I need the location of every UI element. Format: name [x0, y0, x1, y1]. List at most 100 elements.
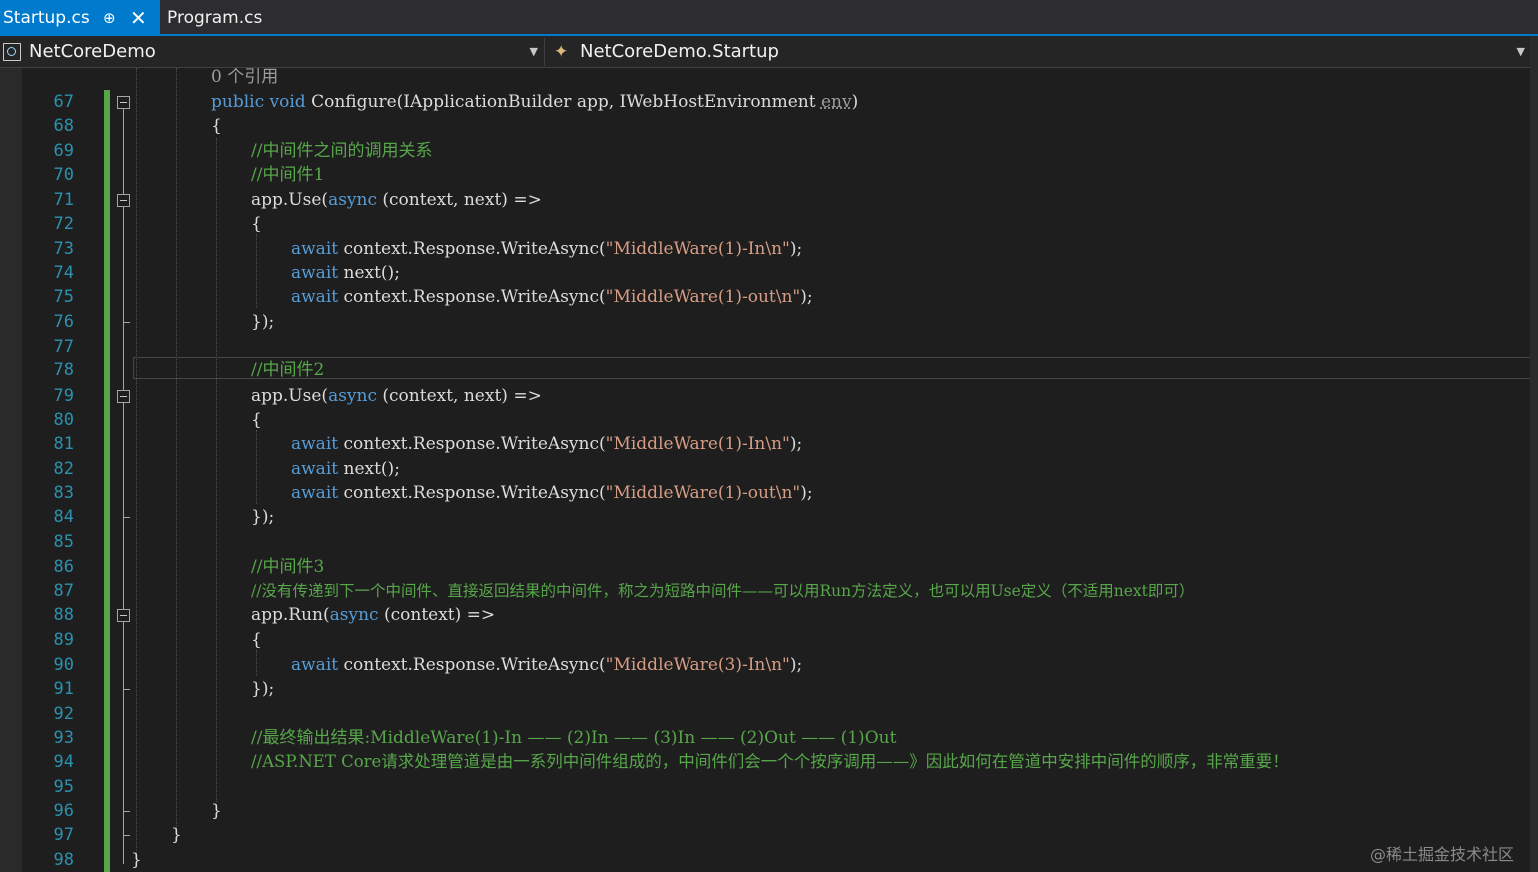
line-number: 87 [53, 581, 74, 601]
comment: //中间件之间的调用关系 [251, 141, 433, 161]
code-line-79: 79 app.Use(async (context, next) => [0, 384, 1530, 408]
line-number: 92 [53, 704, 74, 724]
code-text: }); [251, 312, 275, 332]
line-number: 83 [53, 483, 74, 503]
comment: //ASP.NET Core请求处理管道是由一系列中间件组成的，中间件们会一个个… [251, 752, 1289, 771]
code-line-76: 76 }); [0, 310, 1530, 334]
code-text: await context.Response.WriteAsync("Middl… [291, 239, 803, 259]
collapse-toggle[interactable] [117, 96, 130, 109]
code-line-67: 67 public void Configure(IApplicationBui… [0, 90, 1530, 114]
navigation-bar: NetCoreDemo ▼ ✦ NetCoreDemo.Startup ▼ [0, 36, 1538, 68]
outline-end-marker [124, 811, 130, 812]
code-text: } [211, 801, 222, 821]
editor-window: Startup.cs ⊕ ✕ Program.cs NetCoreDemo ▼ … [0, 0, 1538, 872]
collapse-toggle[interactable] [117, 609, 130, 622]
code-line-88: 88 app.Run(async (context) => [0, 603, 1530, 627]
code-text: app.Run(async (context) => [251, 605, 496, 625]
line-number: 84 [53, 507, 74, 527]
outline-end-marker [124, 689, 130, 690]
line-number: 67 [53, 92, 74, 112]
code-line-78: 78 //中间件2 [0, 358, 1530, 382]
line-number: 89 [53, 630, 74, 650]
line-number: 69 [53, 141, 74, 161]
code-text: await next(); [291, 263, 400, 283]
code-text: }); [251, 507, 275, 527]
collapse-toggle[interactable] [117, 194, 130, 207]
code-line-95: 95 [0, 775, 1530, 799]
class-name: NetCoreDemo.Startup [580, 41, 779, 62]
code-line-92: 92 [0, 702, 1530, 726]
line-number: 71 [53, 190, 74, 210]
code-line-86: 86 //中间件3 [0, 555, 1530, 579]
tab-program-cs[interactable]: Program.cs [160, 0, 280, 34]
method-signature: public void Configure(IApplicationBuilde… [211, 92, 859, 112]
code-line-93: 93 //最终输出结果:MiddleWare(1)-In —— (2)In ——… [0, 726, 1530, 750]
class-dropdown[interactable]: ✦ NetCoreDemo.Startup ▼ [547, 38, 1531, 66]
collapse-toggle[interactable] [117, 390, 130, 403]
vertical-scrollbar[interactable] [1530, 36, 1538, 872]
code-editor[interactable]: 0 个引用 67 public void Configure(IApplicat… [0, 68, 1530, 872]
line-number: 80 [53, 410, 74, 430]
code-text: } [131, 850, 142, 870]
code-text: { [251, 214, 262, 234]
line-number: 90 [53, 655, 74, 675]
line-number: 72 [53, 214, 74, 234]
line-number: 73 [53, 239, 74, 259]
code-line-87: 87 //没有传递到下一个中间件、直接返回结果的中间件，称之为短路中间件——可以… [0, 579, 1530, 603]
code-line-71: 71 app.Use(async (context, next) => [0, 188, 1530, 212]
comment: //最终输出结果:MiddleWare(1)-In —— (2)In —— (3… [251, 728, 897, 748]
code-line-84: 84 }); [0, 505, 1530, 529]
code-line-97: 97 } [0, 823, 1530, 847]
line-number: 95 [53, 777, 74, 797]
code-line: 0 个引用 [0, 68, 1530, 89]
code-line-82: 82 await next(); [0, 457, 1530, 481]
comment: //中间件3 [251, 557, 325, 577]
code-line-70: 70 //中间件1 [0, 163, 1530, 187]
project-name: NetCoreDemo [29, 41, 156, 62]
line-number: 93 [53, 728, 74, 748]
code-line-77: 77 [0, 335, 1530, 359]
code-line-75: 75 await context.Response.WriteAsync("Mi… [0, 285, 1530, 309]
line-number: 76 [53, 312, 74, 332]
code-line-96: 96 } [0, 799, 1530, 823]
line-number: 88 [53, 605, 74, 625]
tab-label: Startup.cs [3, 8, 90, 28]
code-line-80: 80 { [0, 408, 1530, 432]
code-line-68: 68 { [0, 114, 1530, 138]
chevron-down-icon: ▼ [529, 45, 538, 58]
code-line-90: 90 await context.Response.WriteAsync("Mi… [0, 653, 1530, 677]
tab-startup-cs[interactable]: Startup.cs ⊕ ✕ [0, 0, 160, 34]
pin-icon[interactable]: ⊕ [103, 0, 116, 36]
code-line-89: 89 { [0, 628, 1530, 652]
reference-count[interactable]: 0 个引用 [211, 68, 278, 89]
code-line-85: 85 [0, 530, 1530, 554]
line-number: 74 [53, 263, 74, 283]
line-number: 81 [53, 434, 74, 454]
code-text: await context.Response.WriteAsync("Middl… [291, 287, 813, 307]
line-number: 94 [53, 752, 74, 772]
code-line-98: 98 } [0, 848, 1530, 872]
comment: //中间件1 [251, 165, 325, 185]
code-text: { [211, 116, 222, 136]
code-text: }); [251, 679, 275, 699]
project-dropdown[interactable]: NetCoreDemo ▼ [0, 38, 545, 66]
close-icon[interactable]: ✕ [130, 0, 147, 36]
code-text: { [251, 630, 262, 650]
code-text: app.Use(async (context, next) => [251, 190, 542, 210]
line-number: 97 [53, 825, 74, 845]
chevron-down-icon: ▼ [1516, 45, 1525, 58]
line-number: 75 [53, 287, 74, 307]
code-line-81: 81 await context.Response.WriteAsync("Mi… [0, 432, 1530, 456]
line-number: 77 [53, 337, 74, 357]
code-text: app.Use(async (context, next) => [251, 386, 542, 406]
code-text: await next(); [291, 459, 400, 479]
outline-end-marker [124, 517, 130, 518]
line-number: 85 [53, 532, 74, 552]
code-line-91: 91 }); [0, 677, 1530, 701]
line-number: 79 [53, 386, 74, 406]
code-text: { [251, 410, 262, 430]
document-tab-strip: Startup.cs ⊕ ✕ Program.cs [0, 0, 1538, 36]
line-number: 82 [53, 459, 74, 479]
code-line-73: 73 await context.Response.WriteAsync("Mi… [0, 237, 1530, 261]
class-icon: ✦ [554, 42, 569, 62]
